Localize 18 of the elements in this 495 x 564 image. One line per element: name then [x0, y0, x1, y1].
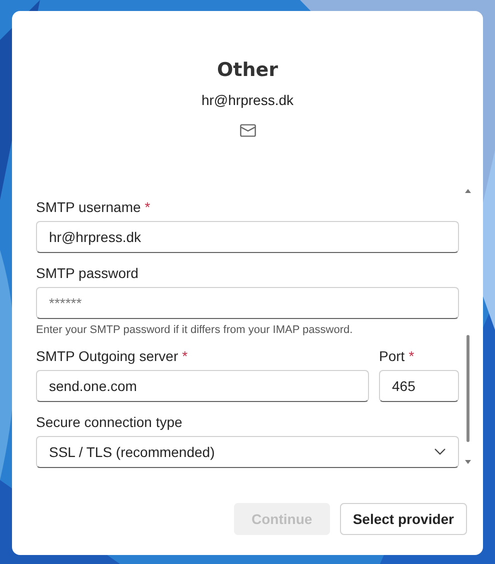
- required-mark: *: [182, 348, 188, 364]
- dialog-title: Other: [216, 59, 278, 81]
- chevron-down-icon: [434, 448, 446, 456]
- field-label: Secure connection type: [36, 414, 184, 430]
- field-hint: Enter your SMTP password if it differs from your IMAP password.: [36, 324, 354, 336]
- field-label: Port *: [379, 348, 416, 364]
- required-mark: *: [144, 199, 150, 215]
- account-email: hr@hrpress.dk: [201, 92, 294, 108]
- connection-select[interactable]: SSL / TLS (recommended): [36, 436, 459, 468]
- input-field[interactable]: 465: [379, 370, 459, 402]
- field-label: SMTP username *: [36, 199, 152, 215]
- required-mark: *: [408, 348, 414, 364]
- input-field[interactable]: hr@hrpress.dk: [36, 221, 459, 253]
- input-field[interactable]: ******: [36, 287, 459, 319]
- input-field[interactable]: send.one.com: [36, 370, 369, 402]
- select-provider-button[interactable]: Select provider: [340, 503, 467, 535]
- field-label: SMTP Outgoing server *: [36, 348, 189, 364]
- field-label: SMTP password: [36, 265, 140, 281]
